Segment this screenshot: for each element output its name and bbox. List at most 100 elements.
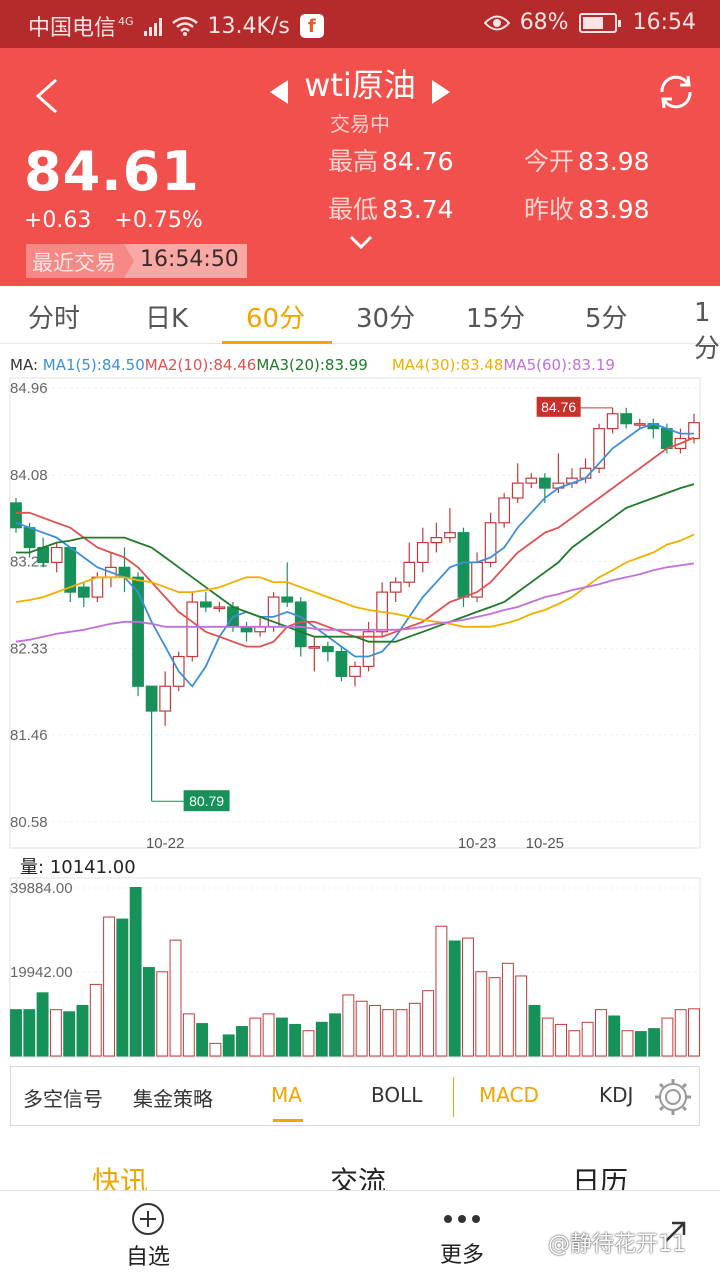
candle-body [416,541,429,563]
watermark: @静待花开11 [548,1232,686,1257]
volume-bar [368,1004,381,1057]
more-dots-icon [444,1215,480,1223]
nav-more[interactable]: 更多 [440,1211,484,1269]
tab-30min[interactable]: 30分 [356,298,415,335]
volume-bar [156,971,169,1057]
tab-1min[interactable]: 1分 [694,298,720,365]
tab-calendar[interactable]: 日历 [572,1160,628,1192]
volume-bar [196,1023,209,1057]
expand-chevron-icon[interactable] [349,234,373,250]
stat-prev-close-value: 83.98 [578,195,650,224]
volume-bar [222,1034,235,1057]
battery-percent: 68% [519,10,569,35]
volume-bar [289,1023,302,1057]
volume-label-text: 量: [20,857,45,878]
news-tabs: 快讯 交流 日历 [0,1160,720,1192]
nav-watchlist[interactable]: 自选 [126,1201,170,1271]
last-trade-label: 最近交易 [26,244,134,278]
network-speed: 13.4K/s [207,13,290,39]
volume-bar [129,887,142,1057]
battery-icon [578,12,621,33]
period-tabs: 分时 日K 60分 30分 15分 5分 1分 [0,286,720,364]
ma-line-ma4 [15,533,695,628]
candle-body [281,596,294,603]
indicator-ma[interactable]: MA [271,1083,302,1107]
kline-chart[interactable]: 84.9684.0883.2182.3381.4680.5810-22 10-23… [0,370,720,1070]
candle-body [186,601,199,658]
candle-body [321,646,334,653]
volume-bar [249,1017,262,1057]
stat-high: 最高 84.76 [328,142,454,178]
tab-flash-news[interactable]: 快讯 [92,1160,148,1192]
stat-prev-close: 昨收 83.98 [524,190,650,226]
volume-bar [209,1042,222,1057]
refresh-icon[interactable] [654,70,698,114]
tab-60min[interactable]: 60分 [246,298,305,335]
volume-bar [142,967,155,1057]
volume-bar [528,1004,541,1057]
volume-bar [63,1011,76,1057]
volume-bar [661,1017,674,1057]
change-percent: +0.75% [114,208,203,233]
change-value: +0.63 [24,208,92,233]
stat-prev-close-label: 昨收 [524,195,575,224]
indicator-boll[interactable]: BOLL [371,1083,422,1107]
volume-bar [475,971,488,1057]
tab-5min[interactable]: 5分 [585,298,628,335]
min-marker-label: 80.79 [189,793,224,809]
indicator-macd[interactable]: MACD [479,1083,539,1107]
stat-high-label: 最高 [328,147,379,176]
tab-timeshare[interactable]: 分时 [28,298,80,335]
indicator-long-short-signal[interactable]: 多空信号 [23,1083,103,1112]
nav-more-label: 更多 [440,1243,485,1268]
status-bar: 中国电信 4G 13.4K/s f 68% 16:54 [0,0,720,48]
settings-gear-icon[interactable] [653,1077,693,1117]
candle-body [633,423,646,426]
volume-bar [236,1026,248,1057]
volume-bar [275,1017,288,1057]
candle-body [403,561,416,583]
volume-bar [315,1021,328,1057]
network-type: 4G [118,14,134,28]
last-trade-badge: 最近交易 16:54:50 [26,244,247,278]
candle-body [660,428,673,450]
nav-watchlist-label: 自选 [126,1245,171,1270]
volume-bar [501,962,514,1057]
stat-low: 最低 83.74 [328,190,454,226]
volume-bar [648,1028,661,1057]
volume-bar [342,994,355,1057]
candle-body [511,482,524,499]
tab-discussion[interactable]: 交流 [330,1160,386,1192]
time-axis-label: 10-25 [526,835,564,852]
tab-15min[interactable]: 15分 [466,298,525,335]
price-axis-tick: 81.46 [10,727,48,744]
ma-line-ma2 [16,436,695,648]
active-tab-indicator [222,341,332,344]
volume-bar [422,990,435,1057]
candle-body [457,532,470,598]
indicator-bar: 多空信号 集金策略 MA BOLL MACD KDJ [10,1066,700,1126]
candle-body [77,586,90,598]
stat-low-value: 83.74 [382,195,454,224]
app-notification-icon: f [299,14,324,38]
candle-body [145,685,158,712]
add-watchlist-icon [132,1203,164,1235]
active-indicator-underline [273,1119,303,1122]
volume-bar [674,1009,687,1057]
indicator-kdj[interactable]: KDJ [599,1083,633,1107]
volume-bar [435,925,448,1057]
volume-label: 量: 10141.00 [20,853,136,879]
tab-daily-k[interactable]: 日K [145,298,188,335]
volume-bar [462,937,474,1057]
stat-low-label: 最低 [328,195,379,224]
volume-bar [76,1004,89,1057]
last-trade-time: 16:54:50 [124,244,247,278]
candle-body [498,497,511,524]
indicator-fund-strategy[interactable]: 集金策略 [133,1083,213,1112]
next-instrument-icon[interactable] [432,80,450,104]
volume-bar [515,975,528,1057]
volume-bar [262,1013,275,1057]
price-axis-tick: 84.96 [10,380,48,397]
volume-axis-tick: 39884.00 [10,880,73,897]
volume-bar [355,1000,368,1057]
